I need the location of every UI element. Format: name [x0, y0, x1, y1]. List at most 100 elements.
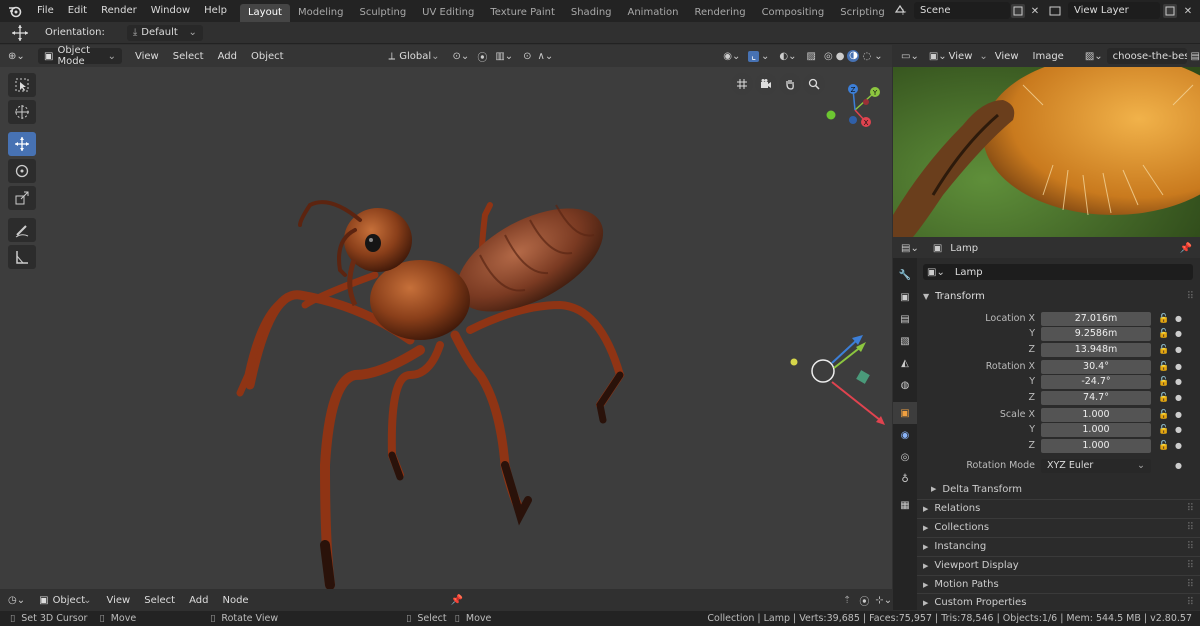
motion-paths-panel[interactable]: ▶ Motion Paths ⠿ [917, 575, 1200, 593]
modifier-tab-icon[interactable]: ◉ [893, 424, 917, 446]
mode-dropdown[interactable]: ▣ Object Mode ⌄ [38, 45, 122, 67]
shading-wireframe-icon[interactable]: ◎ [824, 51, 833, 62]
output-tab-icon[interactable]: ▤ [893, 308, 917, 330]
overlays-icon[interactable]: ◐⌄ [779, 51, 796, 62]
rotation-x-field[interactable]: 30.4° [1041, 359, 1151, 374]
menu-file[interactable]: File [30, 0, 61, 22]
delta-transform-panel[interactable]: ▶ Delta Transform [917, 480, 1200, 498]
keyframe-icon[interactable]: ● [1175, 410, 1185, 419]
scale-x-field[interactable]: 1.000 [1041, 407, 1151, 422]
transform-panel-header[interactable]: ▼ Transform ⠿ [917, 286, 1200, 306]
select-box-tool[interactable] [8, 73, 36, 97]
bottom-menu-view[interactable]: View [100, 595, 138, 606]
image-editor-view-dropdown[interactable]: View [947, 51, 980, 62]
bottom-menu-node[interactable]: Node [215, 595, 255, 606]
tab-shading[interactable]: Shading [563, 4, 620, 22]
delete-scene-icon[interactable]: ✕ [1028, 4, 1042, 18]
scale-y-field[interactable]: 1.000 [1041, 422, 1151, 437]
menu-help[interactable]: Help [197, 0, 234, 22]
proportional-edit-icon[interactable]: ⊙ [523, 51, 531, 62]
render-tab-icon[interactable]: ▣ [893, 286, 917, 308]
editor-type-icon[interactable]: ◷⌄ [8, 595, 25, 606]
tab-scripting[interactable]: Scripting [832, 4, 892, 22]
drag-handle-icon[interactable]: ⠿ [1187, 541, 1194, 552]
camera-view-icon[interactable] [755, 73, 777, 95]
tab-animation[interactable]: Animation [620, 4, 687, 22]
lock-icon[interactable]: 🔓 [1157, 410, 1171, 420]
measure-tool[interactable] [8, 245, 36, 269]
keyframe-icon[interactable]: ● [1175, 425, 1185, 434]
menu-window[interactable]: Window [144, 0, 197, 22]
annotate-tool[interactable] [8, 218, 36, 242]
navigation-gizmo[interactable]: Z Y X [825, 80, 885, 140]
pin-icon[interactable]: 📌 [1180, 243, 1192, 254]
image-options-icon[interactable]: ▤ [1191, 51, 1200, 62]
delete-view-layer-icon[interactable]: ✕ [1181, 4, 1195, 18]
viewport-menu-select[interactable]: Select [166, 51, 211, 62]
lock-icon[interactable]: 🔓 [1157, 362, 1171, 372]
drag-handle-icon[interactable]: ⠿ [1187, 503, 1194, 514]
menu-render[interactable]: Render [94, 0, 144, 22]
instancing-panel[interactable]: ▶ Instancing ⠿ [917, 537, 1200, 555]
shading-options-icon[interactable]: ⌄ [874, 51, 882, 62]
zoom-view-icon[interactable] [803, 73, 825, 95]
pin-icon[interactable]: 📌 [451, 595, 463, 606]
view-mode-icon[interactable]: ▣⌄ [929, 51, 947, 62]
keyframe-icon[interactable]: ● [1175, 393, 1185, 402]
lock-icon[interactable]: 🔓 [1157, 345, 1171, 355]
relations-panel[interactable]: ▶ Relations ⠿ [917, 499, 1200, 517]
transform-orientation-dropdown[interactable]: ⟂ Global ⌄ [383, 48, 443, 64]
tool-tab-icon[interactable]: 🔧 [893, 264, 917, 286]
view-layer-field[interactable]: View Layer [1068, 2, 1160, 19]
gizmo-icon[interactable]: ⌞ [748, 50, 760, 62]
object-type-dropdown[interactable]: ▣ Object [33, 592, 85, 608]
editor-type-icon[interactable]: ▤⌄ [901, 243, 919, 254]
tab-modeling[interactable]: Modeling [290, 4, 352, 22]
lock-icon[interactable]: 🔓 [1157, 441, 1171, 451]
shading-rendered-icon[interactable]: ◌ [862, 51, 871, 62]
object-name-field[interactable]: ▣⌄ Lamp [923, 264, 1193, 280]
lock-icon[interactable]: 🔓 [1157, 329, 1171, 339]
texture-tab-icon[interactable]: ▦ [893, 494, 917, 516]
scale-tool[interactable] [8, 186, 36, 210]
tab-uv-editing[interactable]: UV Editing [414, 4, 482, 22]
tab-texture-paint[interactable]: Texture Paint [482, 4, 563, 22]
collections-panel[interactable]: ▶ Collections ⠿ [917, 518, 1200, 536]
image-editor[interactable]: ▭⌄ ▣⌄ View ⌄ View Image ▨⌄ choose-the-be… [893, 45, 1200, 237]
drag-handle-icon[interactable]: ⠿ [1187, 597, 1194, 608]
image-name-field[interactable]: choose-the-best-an... [1106, 48, 1187, 64]
keyframe-icon[interactable]: ● [1175, 345, 1185, 354]
orientation-dropdown[interactable]: ⤓ Default ⌄ [126, 24, 203, 41]
blender-logo-icon[interactable] [6, 2, 24, 20]
lock-icon[interactable]: 🔓 [1157, 425, 1171, 435]
custom-properties-panel[interactable]: ▶ Custom Properties ⠿ [917, 593, 1200, 611]
xray-icon[interactable]: ▨ [807, 51, 816, 62]
viewport-menu-object[interactable]: Object [244, 51, 291, 62]
rotation-mode-dropdown[interactable]: XYZ Euler ⌄ [1041, 458, 1151, 473]
keyframe-icon[interactable]: ● [1175, 461, 1185, 470]
new-view-layer-icon[interactable] [1163, 4, 1177, 18]
bottom-menu-select[interactable]: Select [137, 595, 182, 606]
keyframe-icon[interactable]: ● [1175, 362, 1185, 371]
visibility-icon[interactable]: ◉⌄ [723, 51, 740, 62]
move-tool[interactable] [8, 132, 36, 156]
drag-handle-icon[interactable]: ⠿ [1187, 522, 1194, 533]
toggle-grid-icon[interactable] [731, 73, 753, 95]
lock-icon[interactable]: 🔓 [1157, 377, 1171, 387]
rotate-tool[interactable] [8, 159, 36, 183]
drag-handle-icon[interactable]: ⠿ [1187, 560, 1194, 571]
gizmo-menu-icon[interactable]: ⌄ [761, 51, 769, 62]
ant-model[interactable] [0, 45, 892, 589]
snap-icon[interactable]: ⦿ [477, 49, 487, 64]
world-tab-icon[interactable]: ◍ [893, 374, 917, 396]
image-editor-menu-view[interactable]: View [988, 51, 1026, 62]
menu-edit[interactable]: Edit [61, 0, 94, 22]
keyframe-icon[interactable]: ● [1175, 329, 1185, 338]
scene-selector[interactable] [893, 2, 907, 16]
parent-node-icon[interactable]: ⇡ [843, 595, 851, 606]
rotation-y-field[interactable]: -24.7° [1041, 374, 1151, 389]
constraints-tab-icon[interactable]: ♁ [893, 468, 917, 490]
lock-icon[interactable]: 🔓 [1157, 314, 1171, 324]
keyframe-icon[interactable]: ● [1175, 314, 1185, 323]
cursor-tool[interactable] [8, 100, 36, 124]
